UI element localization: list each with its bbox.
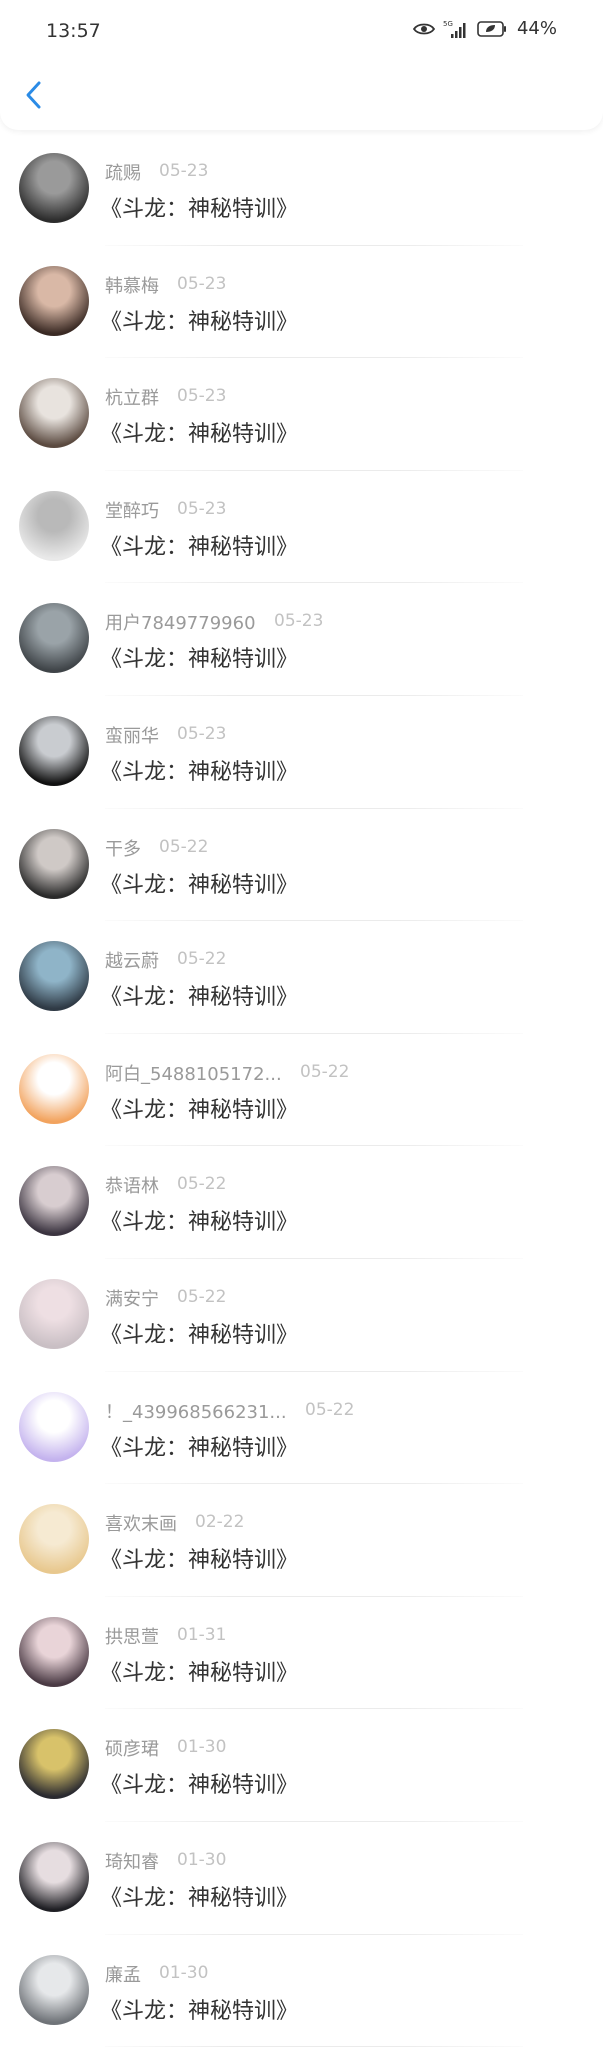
user-name: 蛮丽华 — [105, 725, 159, 747]
battery-percentage: 44% — [516, 18, 557, 39]
list-item[interactable]: 越云蔚 05-22 《斗龙：神秘特训》 — [0, 921, 603, 1034]
item-title: 《斗龙：神秘特训》 — [100, 1435, 299, 1461]
user-name: 干多 — [105, 838, 141, 860]
list-item[interactable]: 喜欢末画 02-22 《斗龙：神秘特训》 — [0, 1484, 603, 1597]
divider — [105, 2046, 523, 2048]
avatar[interactable] — [19, 603, 89, 674]
item-date: 05-22 — [177, 1174, 227, 1195]
item-title: 《斗龙：神秘特训》 — [100, 1773, 299, 1799]
item-title: 《斗龙：神秘特训》 — [100, 197, 299, 222]
list-item[interactable]: 拱思萱 01-31 《斗龙：神秘特训》 — [0, 1597, 603, 1710]
item-date: 05-22 — [300, 1061, 350, 1082]
avatar[interactable] — [19, 1616, 89, 1687]
user-name: 硕彦珺 — [105, 1739, 159, 1761]
item-title: 《斗龙：神秘特训》 — [100, 872, 299, 898]
signal-5g-icon: 5G — [443, 19, 469, 39]
item-title: 《斗龙：神秘特训》 — [100, 647, 299, 673]
avatar[interactable] — [19, 1391, 89, 1462]
item-title: 《斗龙：神秘特训》 — [100, 534, 299, 560]
eye-icon — [412, 22, 435, 36]
list-item[interactable]: 满安宁 05-22 《斗龙：神秘特训》 — [0, 1259, 603, 1372]
avatar[interactable] — [19, 1278, 89, 1349]
list-item[interactable]: 恭语林 05-22 《斗龙：神秘特训》 — [0, 1146, 603, 1259]
item-date: 05-22 — [159, 836, 209, 857]
avatar[interactable] — [19, 153, 89, 223]
list-item[interactable]: 杭立群 05-23 《斗龙：神秘特训》 — [0, 358, 603, 471]
user-name: 恭语林 — [105, 1176, 159, 1198]
avatar[interactable] — [19, 941, 89, 1012]
item-date: 01-30 — [159, 1962, 209, 1983]
item-date: 01-30 — [177, 1737, 227, 1758]
item-title: 《斗龙：神秘特训》 — [100, 1097, 299, 1123]
avatar[interactable] — [19, 1729, 89, 1800]
item-title: 《斗龙：神秘特训》 — [100, 1885, 299, 1911]
user-name: 用户7849779960 — [105, 613, 256, 635]
item-title: 《斗龙：神秘特训》 — [100, 1210, 299, 1236]
status-icons: 5G 44% — [412, 18, 557, 39]
item-date: 05-23 — [177, 386, 227, 407]
avatar[interactable] — [19, 715, 89, 786]
item-title: 《斗龙：神秘特训》 — [100, 759, 299, 785]
user-name: 拱思萱 — [105, 1626, 159, 1648]
item-date: 02-22 — [195, 1512, 245, 1533]
item-date: 05-23 — [274, 611, 324, 632]
list-item[interactable]: ！_439968566231... 05-22 《斗龙：神秘特训》 — [0, 1372, 603, 1485]
status-time: 13:57 — [46, 20, 101, 42]
item-title: 《斗龙：神秘特训》 — [100, 985, 299, 1011]
item-date: 01-31 — [177, 1624, 227, 1645]
avatar[interactable] — [19, 265, 89, 336]
avatar[interactable] — [19, 490, 89, 561]
list-item[interactable]: 堂醉巧 05-23 《斗龙：神秘特训》 — [0, 471, 603, 584]
avatar[interactable] — [19, 1053, 89, 1124]
avatar[interactable] — [19, 1504, 89, 1575]
user-name: 杭立群 — [105, 388, 159, 410]
item-date: 05-22 — [177, 1286, 227, 1307]
item-title: 《斗龙：神秘特训》 — [100, 1322, 299, 1348]
user-name: 廉孟 — [105, 1964, 141, 1986]
user-name: 满安宁 — [105, 1288, 159, 1310]
list-item[interactable]: 蛮丽华 05-23 《斗龙：神秘特训》 — [0, 696, 603, 809]
item-title: 《斗龙：神秘特训》 — [100, 1548, 299, 1574]
item-title: 《斗龙：神秘特训》 — [100, 1660, 299, 1686]
item-date: 05-22 — [305, 1399, 355, 1420]
user-name: 琦知睿 — [105, 1851, 159, 1873]
user-name: 阿白_5488105172... — [105, 1063, 282, 1085]
user-name: 喜欢末画 — [105, 1514, 177, 1536]
item-date: 01-30 — [177, 1849, 227, 1870]
user-name: ！_439968566231... — [105, 1401, 287, 1423]
avatar[interactable] — [19, 378, 89, 449]
back-button[interactable] — [18, 80, 48, 114]
user-name: 堂醉巧 — [105, 500, 159, 522]
item-date: 05-23 — [159, 161, 209, 181]
network-label: 5G — [443, 20, 453, 28]
list-item[interactable]: 琦知睿 01-30 《斗龙：神秘特训》 — [0, 1822, 603, 1935]
user-name: 韩慕梅 — [105, 275, 159, 297]
item-date: 05-22 — [177, 949, 227, 970]
item-title: 《斗龙：神秘特训》 — [100, 422, 299, 448]
avatar[interactable] — [19, 1841, 89, 1912]
top-header: 13:57 5G 44% — [0, 0, 603, 130]
item-date: 05-23 — [177, 723, 227, 744]
item-title: 《斗龙：神秘特训》 — [100, 1998, 299, 2024]
avatar[interactable] — [19, 828, 89, 899]
user-name: 疏赐 — [105, 163, 141, 184]
list-item[interactable]: 阿白_5488105172... 05-22 《斗龙：神秘特训》 — [0, 1034, 603, 1147]
list-item[interactable]: 硕彦珺 01-30 《斗龙：神秘特训》 — [0, 1709, 603, 1822]
item-date: 05-23 — [177, 273, 227, 294]
battery-icon — [477, 20, 507, 37]
list-item[interactable]: 干多 05-22 《斗龙：神秘特训》 — [0, 809, 603, 922]
list-item[interactable]: 韩慕梅 05-23 《斗龙：神秘特训》 — [0, 246, 603, 359]
avatar[interactable] — [19, 1166, 89, 1237]
chevron-left-icon — [24, 80, 42, 114]
list-item[interactable]: 疏赐 05-23 《斗龙：神秘特训》 — [0, 133, 603, 246]
user-name: 越云蔚 — [105, 951, 159, 973]
status-bar: 13:57 5G 44% — [0, 0, 603, 62]
item-title: 《斗龙：神秘特训》 — [100, 309, 299, 335]
item-date: 05-23 — [177, 498, 227, 519]
user-list: 疏赐 05-23 《斗龙：神秘特训》 韩慕梅 05-23 《斗龙：神秘特训》 杭立群 05-2… — [0, 133, 603, 2048]
list-item[interactable]: 廉孟 01-30 《斗龙：神秘特训》 — [0, 1935, 603, 2048]
avatar[interactable] — [19, 1954, 89, 2025]
list-item[interactable]: 用户7849779960 05-23 《斗龙：神秘特训》 — [0, 583, 603, 696]
